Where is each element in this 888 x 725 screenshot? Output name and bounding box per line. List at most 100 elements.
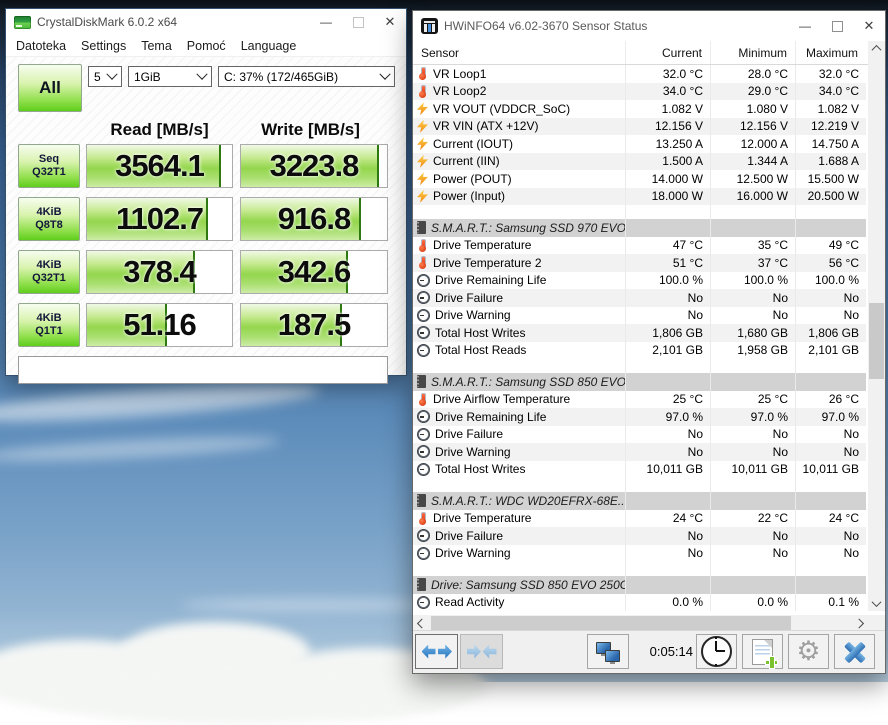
menu-help[interactable]: Pomoć [186,37,227,55]
sensor-row[interactable]: Read Activity0.0 %0.0 %0.1 % [413,594,866,612]
sensor-name: Drive Warning [435,308,511,322]
sensor-row[interactable]: Current (IOUT)13.250 A12.000 A14.750 A [413,135,866,153]
menu-language[interactable]: Language [240,37,298,55]
arrow-left-icon [422,645,436,659]
column-current[interactable]: Current [625,41,710,64]
write-result-value: 916.8 [241,198,387,240]
menu-file[interactable]: Datoteka [15,37,67,55]
vertical-scrollbar[interactable] [868,41,885,611]
sensor-row[interactable]: Total Host Writes10,011 GB10,011 GB10,01… [413,461,866,479]
clock-button[interactable] [696,634,737,669]
sensor-row[interactable]: VR Loop234.0 °C29.0 °C34.0 °C [413,83,866,101]
write-column-header: Write [MB/s] [233,120,388,140]
sensor-name: Drive Warning [435,445,511,459]
minimize-button[interactable]: — [789,11,821,41]
test-button[interactable]: SeqQ32T1 [18,144,80,188]
sensor-max-value: 0.1 % [795,594,866,612]
column-maximum[interactable]: Maximum [795,41,866,64]
sensor-group-header[interactable]: S.M.A.R.T.: Samsung SSD 970 EVO... [413,219,866,237]
sensor-group-header[interactable]: S.M.A.R.T.: Samsung SSD 850 EVO... [413,373,866,391]
sensor-name: Power (Input) [433,189,505,203]
sensor-max-value: 14.750 A [795,135,866,153]
test-label-line1: Seq [39,153,59,166]
sensor-group-header[interactable]: S.M.A.R.T.: WDC WD20EFRX-68E... [413,492,866,510]
scroll-right-arrow[interactable] [853,615,868,631]
test-count-select[interactable]: 5 [88,66,122,87]
sensor-current-value: 51 °C [625,254,710,272]
test-label-line1: 4KiB [36,312,61,325]
test-button[interactable]: 4KiBQ8T8 [18,197,80,241]
horizontal-scrollbar[interactable] [413,615,868,631]
sensor-name-cell: Drive Warning [413,307,625,325]
sensor-max-value: No [795,545,866,563]
group-header-label: S.M.A.R.T.: Samsung SSD 850 EVO... [431,375,625,389]
sensor-row[interactable]: Current (IIN)1.500 A1.344 A1.688 A [413,153,866,171]
maximize-button[interactable] [342,9,374,35]
sensor-row[interactable]: Drive WarningNoNoNo [413,443,866,461]
collapse-columns-button[interactable] [460,634,503,669]
sensor-row[interactable]: Drive WarningNoNoNo [413,545,866,563]
sensor-max-value: No [795,289,866,307]
sensor-row[interactable]: Drive Temperature24 °C22 °C24 °C [413,510,866,528]
close-button[interactable]: ✕ [853,11,885,41]
sensor-max-value: No [795,527,866,545]
comment-input[interactable] [18,356,388,384]
sensor-row[interactable]: VR VOUT (VDDCR_SoC)1.082 V1.080 V1.082 V [413,100,866,118]
sensor-min-value: No [710,426,795,444]
sensor-row[interactable]: Drive Remaining Life97.0 %97.0 %97.0 % [413,408,866,426]
sensor-row[interactable]: Total Host Writes1,806 GB1,680 GB1,806 G… [413,324,866,342]
column-sensor[interactable]: Sensor [413,46,625,60]
vertical-scroll-thumb[interactable] [869,303,884,379]
remote-monitoring-button[interactable] [587,634,629,669]
read-result-cell: 378.4 [86,250,233,294]
sensor-row[interactable]: Drive FailureNoNoNo [413,289,866,307]
sensor-row[interactable]: Drive Remaining Life100.0 %100.0 %100.0 … [413,272,866,290]
exit-button[interactable] [834,634,875,669]
menu-theme[interactable]: Tema [140,37,173,55]
close-button[interactable]: ✕ [374,9,406,35]
hwinfo-titlebar[interactable]: HWiNFO64 v6.02-3670 Sensor Status — ✕ [413,11,885,41]
chevron-down-icon [379,68,390,79]
target-drive-select[interactable]: C: 37% (172/465GiB) [218,66,395,87]
sensor-row[interactable]: Drive FailureNoNoNo [413,527,866,545]
minimize-button[interactable]: — [310,9,342,35]
sensor-current-value: No [625,289,710,307]
test-button[interactable]: 4KiBQ32T1 [18,250,80,294]
sensor-row[interactable]: Power (Input)18.000 W16.000 W20.500 W [413,188,866,206]
scroll-left-arrow[interactable] [413,615,428,631]
sensor-row[interactable]: Total Host Reads2,101 GB1,958 GB2,101 GB [413,342,866,360]
sensor-row[interactable]: Drive WarningNoNoNo [413,307,866,325]
sensor-name-cell: Total Host Writes [413,324,625,342]
sensor-row[interactable]: Drive FailureNoNoNo [413,426,866,444]
sensor-row[interactable]: VR Loop132.0 °C28.0 °C32.0 °C [413,65,866,83]
horizontal-scroll-thumb[interactable] [431,616,791,630]
report-button[interactable] [742,634,783,669]
sensor-row[interactable]: Power (POUT)14.000 W12.500 W15.500 W [413,170,866,188]
gauge-icon [417,326,430,339]
sensor-min-value: 10,011 GB [710,461,795,479]
scroll-down-arrow[interactable] [868,596,885,611]
run-all-button[interactable]: All [18,64,82,112]
cdm-titlebar[interactable]: CrystalDiskMark 6.0.2 x64 — ✕ [6,9,406,35]
settings-button[interactable]: ⚙ [788,634,829,669]
clock-icon [701,636,732,667]
test-button[interactable]: 4KiBQ1T1 [18,303,80,347]
sensor-group-header[interactable]: Drive: Samsung SSD 850 EVO 250G... [413,576,866,594]
sensor-max-value: 49 °C [795,237,866,255]
scroll-up-arrow[interactable] [868,41,885,56]
column-minimum[interactable]: Minimum [710,41,795,64]
sensor-max-value [795,359,866,373]
sensor-row[interactable]: VR VIN (ATX +12V)12.156 V12.156 V12.219 … [413,118,866,136]
sensor-max-value: 2,101 GB [795,342,866,360]
expand-columns-button[interactable] [415,634,458,669]
hwinfo-window-title: HWiNFO64 v6.02-3670 Sensor Status [444,19,789,33]
cdm-menubar: Datoteka Settings Tema Pomoć Language [6,35,406,57]
sensor-row[interactable]: Drive Temperature 251 °C37 °C56 °C [413,254,866,272]
sensor-name: Drive Warning [435,546,511,560]
sensor-row[interactable]: Drive Temperature47 °C35 °C49 °C [413,237,866,255]
menu-settings[interactable]: Settings [80,37,127,55]
test-size-select[interactable]: 1GiB [128,66,212,87]
maximize-button[interactable] [821,11,853,41]
sensor-name-cell: Drive Temperature [413,237,625,255]
sensor-row[interactable]: Drive Airflow Temperature25 °C25 °C26 °C [413,391,866,409]
